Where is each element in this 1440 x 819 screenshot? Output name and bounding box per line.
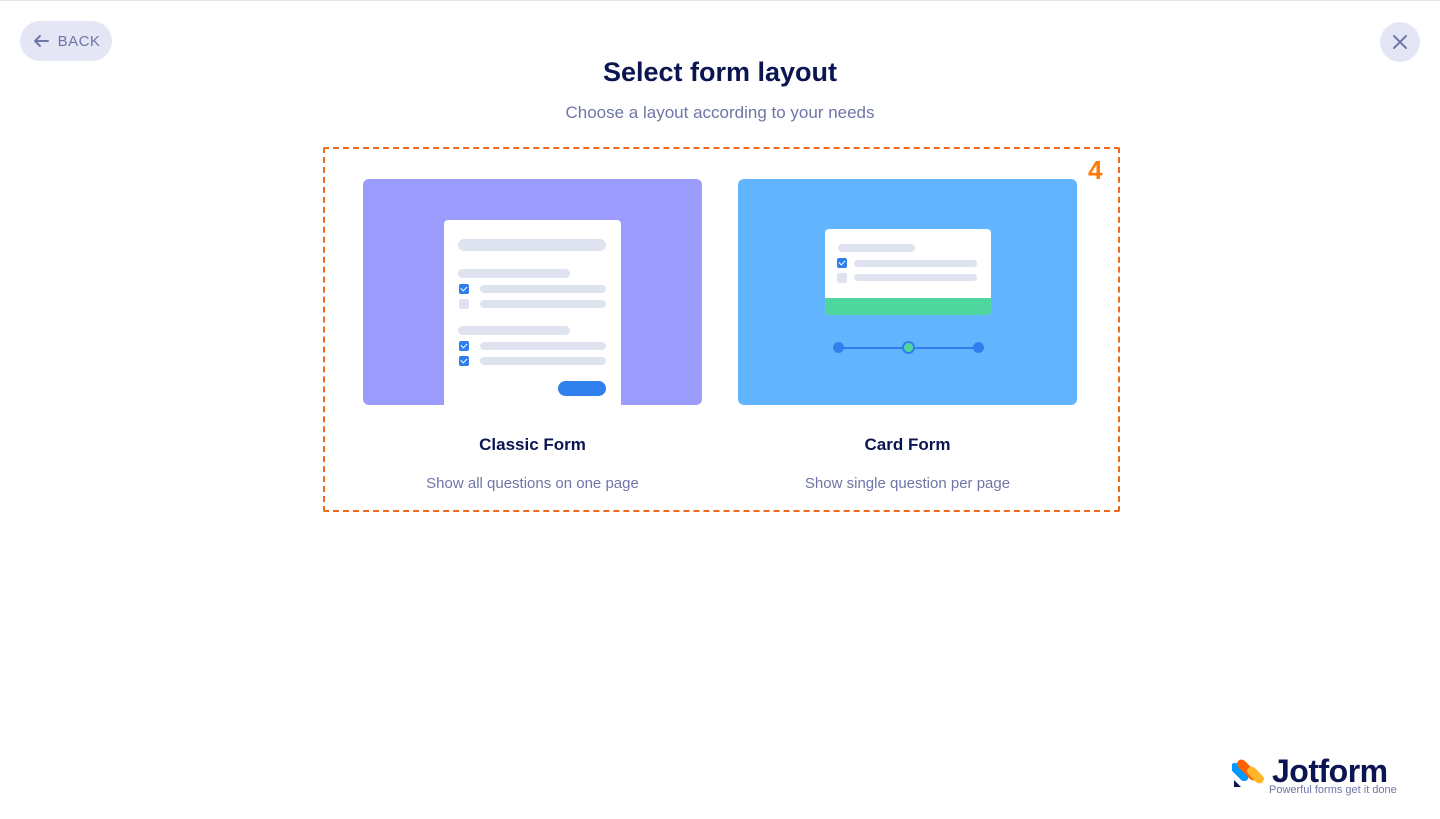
- card-form-title: Card Form: [864, 435, 951, 454]
- progress-dot: [973, 342, 984, 353]
- back-button-label: BACK: [57, 32, 101, 50]
- jotform-logo: Jotform Powerful forms get it done: [1232, 753, 1407, 799]
- card-form-illustration: [825, 229, 991, 315]
- close-button[interactable]: [1380, 22, 1420, 62]
- progress-dot-active: [902, 341, 915, 354]
- card-form-thumbnail: [738, 179, 1077, 405]
- classic-form-title: Classic Form: [479, 435, 586, 454]
- classic-form-description: Show all questions on one page: [426, 475, 639, 492]
- close-icon: [1393, 35, 1407, 49]
- jotform-logo-icon: [1232, 759, 1264, 787]
- arrow-left-icon: [33, 35, 49, 47]
- classic-form-thumbnail: [363, 179, 702, 405]
- classic-form-option[interactable]: Classic Form Show all questions on one p…: [363, 179, 702, 492]
- page-title: Select form layout: [602, 57, 838, 87]
- page-subtitle: Choose a layout according to your needs: [565, 103, 875, 122]
- progress-dot: [833, 342, 844, 353]
- back-button[interactable]: BACK: [20, 21, 112, 61]
- classic-form-illustration: [444, 220, 621, 405]
- card-form-description: Show single question per page: [804, 475, 1011, 492]
- annotation-marker: 4: [1088, 155, 1103, 185]
- card-form-option[interactable]: Card Form Show single question per page: [738, 179, 1077, 492]
- logo-tagline: Powerful forms get it done: [1269, 784, 1397, 796]
